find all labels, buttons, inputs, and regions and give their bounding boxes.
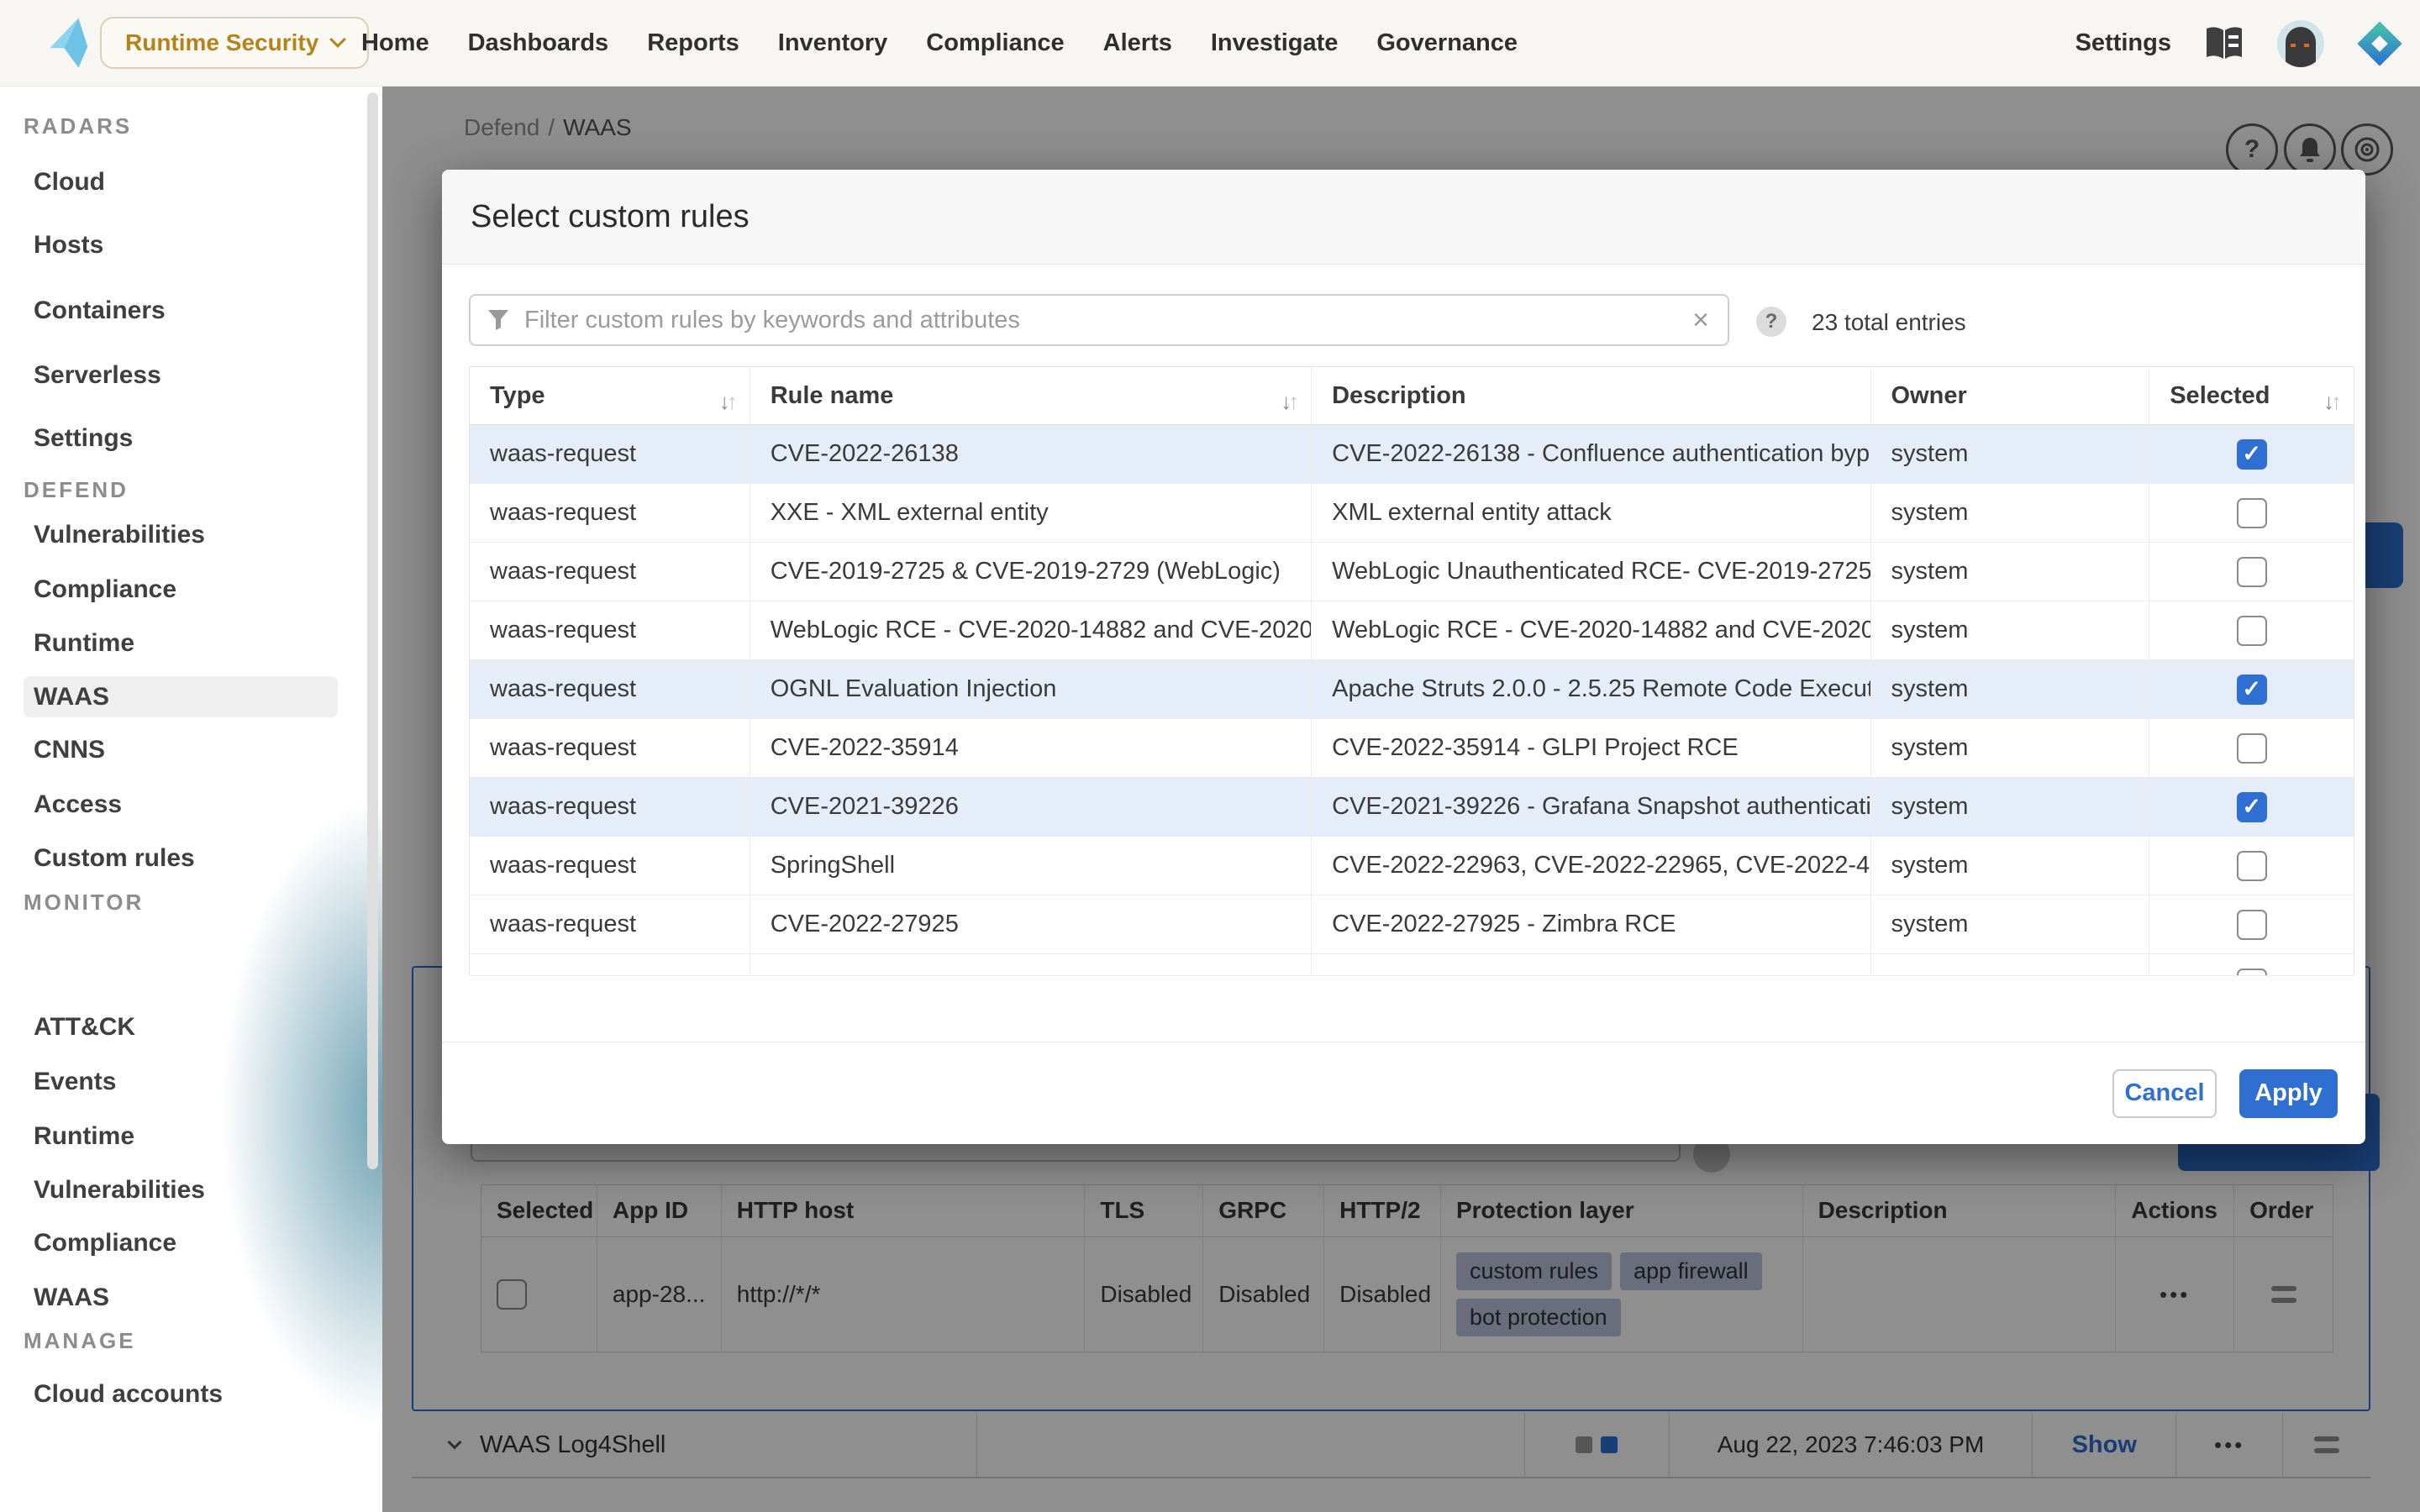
product-switcher[interactable]: Runtime Security	[100, 17, 369, 69]
sidebar-item-runtime[interactable]: Runtime	[34, 629, 134, 658]
table-row-partial[interactable]	[470, 954, 2354, 976]
sidebar-item-containers[interactable]: Containers	[34, 297, 166, 325]
nav-inventory[interactable]: Inventory	[778, 29, 888, 57]
top-header: Runtime Security Home Dashboards Reports…	[0, 0, 2420, 87]
table-row[interactable]: waas-request CVE-2022-35914 CVE-2022-359…	[470, 719, 2354, 778]
nav-reports[interactable]: Reports	[647, 29, 739, 57]
row-checkbox[interactable]	[2237, 910, 2267, 940]
sort-icon[interactable]: ↓↑	[1281, 379, 1299, 424]
modal-help-icon[interactable]: ?	[1756, 307, 1786, 337]
sidebar-item-custom-rules[interactable]: Custom rules	[34, 844, 195, 873]
table-row[interactable]: waas-request OGNL Evaluation Injection A…	[470, 660, 2354, 719]
sidebar-heading-monitor: MONITOR	[24, 890, 144, 916]
modal-footer: Cancel Apply	[442, 1042, 2365, 1144]
nav-compliance[interactable]: Compliance	[926, 29, 1064, 57]
nav-home[interactable]: Home	[361, 29, 429, 57]
sidebar-heading-radars: RADARS	[24, 113, 132, 139]
user-avatar[interactable]	[2277, 20, 2324, 67]
modal-title: Select custom rules	[471, 199, 750, 235]
filter-custom-rules-input[interactable]	[524, 297, 1674, 344]
sidebar-item-compliance-monitor[interactable]: Compliance	[34, 1229, 176, 1257]
row-checkbox[interactable]	[2237, 616, 2267, 646]
row-checkbox[interactable]	[2237, 851, 2267, 881]
table-row[interactable]: waas-request CVE-2022-27925 CVE-2022-279…	[470, 895, 2354, 954]
col-owner[interactable]: Owner	[1871, 367, 2150, 424]
sidebar-item-hosts[interactable]: Hosts	[34, 231, 103, 260]
sort-icon[interactable]: ↓↑	[719, 379, 738, 424]
custom-rules-table: Type ↓↑ Rule name ↓↑ Description Owner S…	[469, 366, 2354, 976]
nav-governance[interactable]: Governance	[1376, 29, 1518, 57]
sidebar-item-runtime-monitor[interactable]: Runtime	[34, 1122, 134, 1151]
sidebar-item-attck[interactable]: ATT&CK	[34, 1013, 135, 1042]
table-row[interactable]: waas-request CVE-2021-39226 CVE-2021-392…	[470, 778, 2354, 837]
row-checkbox[interactable]	[2237, 557, 2267, 587]
sidebar-item-vulnerabilities-monitor[interactable]: Vulnerabilities	[34, 1176, 205, 1205]
col-type[interactable]: Type ↓↑	[470, 367, 750, 424]
sidebar: RADARS Cloud Hosts Containers Serverless…	[0, 87, 382, 1512]
row-checkbox[interactable]	[2237, 439, 2267, 470]
sidebar-item-events[interactable]: Events	[34, 1068, 116, 1096]
product-switcher-label: Runtime Security	[125, 29, 318, 56]
modal-header: Select custom rules	[442, 170, 2365, 265]
top-nav: Home Dashboards Reports Inventory Compli…	[361, 0, 1518, 87]
table-row[interactable]: waas-request SpringShell CVE-2022-22963,…	[470, 837, 2354, 895]
sidebar-item-settings[interactable]: Settings	[34, 424, 133, 453]
nav-settings[interactable]: Settings	[2075, 29, 2171, 57]
sidebar-item-access[interactable]: Access	[34, 790, 122, 819]
apply-button[interactable]: Apply	[2239, 1069, 2338, 1118]
sidebar-item-compliance[interactable]: Compliance	[34, 575, 176, 604]
row-checkbox[interactable]	[2237, 792, 2267, 822]
sidebar-item-waas[interactable]: WAAS	[34, 683, 109, 711]
row-checkbox[interactable]	[2237, 733, 2267, 764]
filter-funnel-icon	[487, 309, 509, 331]
table-row[interactable]: waas-request CVE-2019-2725 & CVE-2019-27…	[470, 543, 2354, 601]
row-checkbox[interactable]	[2237, 498, 2267, 528]
select-custom-rules-modal: Select custom rules × ? 23 total entries…	[442, 170, 2365, 1144]
sidebar-item-serverless[interactable]: Serverless	[34, 361, 161, 390]
paloalto-logo-icon[interactable]	[42, 17, 94, 69]
sidebar-item-cnns[interactable]: CNNS	[34, 736, 105, 764]
sidebar-item-cloud-accounts[interactable]: Cloud accounts	[34, 1380, 223, 1409]
nav-alerts[interactable]: Alerts	[1103, 29, 1172, 57]
sort-icon[interactable]: ↓↑	[2323, 379, 2342, 424]
total-entries-label: 23 total entries	[1812, 309, 1966, 336]
row-checkbox[interactable]	[2237, 969, 2267, 975]
sidebar-heading-defend: DEFEND	[24, 477, 129, 503]
nav-dashboards[interactable]: Dashboards	[468, 29, 609, 57]
custom-rules-table-header: Type ↓↑ Rule name ↓↑ Description Owner S…	[470, 367, 2354, 425]
table-row[interactable]: waas-request CVE-2022-26138 CVE-2022-261…	[470, 425, 2354, 484]
row-checkbox[interactable]	[2237, 675, 2267, 705]
chevron-down-icon	[329, 31, 346, 48]
sidebar-heading-manage: MANAGE	[24, 1328, 136, 1354]
cancel-button[interactable]: Cancel	[2112, 1069, 2217, 1118]
filter-input-wrap: ×	[469, 294, 1729, 346]
col-selected[interactable]: Selected ↓↑	[2149, 367, 2354, 424]
clear-filter-icon[interactable]: ×	[1674, 304, 1728, 337]
sidebar-scrollbar[interactable]	[367, 92, 378, 1169]
sidebar-item-waas-monitor[interactable]: WAAS	[34, 1284, 109, 1312]
table-row[interactable]: waas-request WebLogic RCE - CVE-2020-148…	[470, 601, 2354, 660]
col-description[interactable]: Description	[1312, 367, 1870, 424]
sidebar-item-cloud[interactable]: Cloud	[34, 168, 105, 197]
docs-book-icon[interactable]	[2203, 25, 2245, 62]
sidebar-item-vulnerabilities[interactable]: Vulnerabilities	[34, 521, 205, 549]
nav-investigate[interactable]: Investigate	[1211, 29, 1339, 57]
prisma-cloud-logo-icon[interactable]	[2356, 20, 2403, 67]
header-right-cluster: Settings	[2075, 0, 2403, 87]
table-row[interactable]: waas-request XXE - XML external entity X…	[470, 484, 2354, 543]
col-rule-name[interactable]: Rule name ↓↑	[750, 367, 1312, 424]
